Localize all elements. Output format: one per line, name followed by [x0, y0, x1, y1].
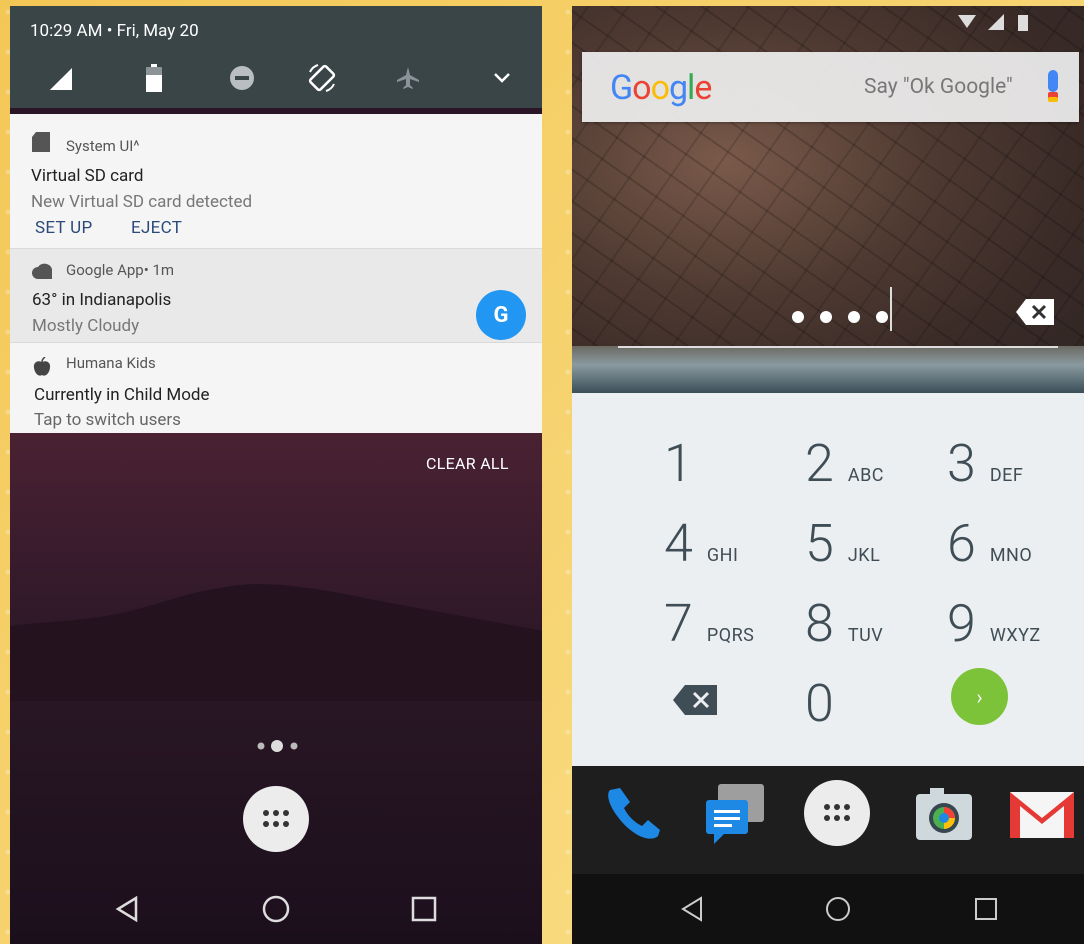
- back-icon: [115, 895, 138, 923]
- eject-button[interactable]: EJECT: [131, 218, 182, 238]
- airplane-mode-icon[interactable]: [390, 60, 426, 96]
- key-letters: TUV: [847, 625, 884, 646]
- key-letters: JKL: [847, 545, 881, 566]
- key-digit: 7: [664, 593, 693, 654]
- key-digit: 8: [805, 593, 834, 654]
- key-6[interactable]: 6 MNO: [947, 518, 1032, 570]
- recents-button[interactable]: [969, 892, 1003, 926]
- wallpaper-coastline: [572, 346, 1084, 393]
- key-letters: PQRS: [706, 625, 755, 646]
- lock-screen-pin: Google Say "Ok Google" 1 2 ABC 3 DEF 4 G…: [572, 6, 1084, 944]
- app-drawer-button[interactable]: [804, 780, 870, 846]
- sd-card-icon: [32, 132, 50, 152]
- mountain-silhouette: [10, 584, 542, 701]
- key-digit: 3: [947, 433, 976, 494]
- key-letters: WXYZ: [989, 625, 1041, 646]
- key-letters: ABC: [847, 465, 885, 486]
- wifi-icon: [958, 15, 976, 28]
- key-2[interactable]: 2 ABC: [805, 438, 884, 490]
- home-button[interactable]: [821, 892, 855, 926]
- home-button[interactable]: [259, 892, 293, 926]
- key-digit: 1: [664, 433, 693, 494]
- key-8[interactable]: 8 TUV: [805, 598, 883, 650]
- pin-cursor: [890, 287, 892, 331]
- back-button[interactable]: [675, 892, 709, 926]
- back-button[interactable]: [110, 892, 144, 926]
- home-icon: [826, 897, 850, 921]
- notification-title: 63° in Indianapolis: [32, 290, 172, 310]
- navigation-bar: [572, 874, 1084, 944]
- quick-settings-icons: [32, 60, 532, 96]
- battery-icon: [1018, 15, 1028, 31]
- recents-icon: [411, 896, 437, 922]
- apps-grid-icon: [263, 810, 289, 827]
- clear-all-button[interactable]: CLEAR ALL: [426, 454, 509, 473]
- backspace-key[interactable]: [673, 685, 717, 715]
- notification-text: New Virtual SD card detected: [31, 192, 253, 212]
- pin-delete-icon[interactable]: [1016, 299, 1054, 325]
- pin-entry-dots: [792, 311, 888, 323]
- notification-app-name: System UI^: [66, 137, 140, 155]
- do-not-disturb-icon[interactable]: [224, 60, 260, 96]
- chevron-down-icon[interactable]: [484, 60, 520, 96]
- key-letters: MNO: [989, 545, 1033, 566]
- app-drawer-button[interactable]: [243, 786, 309, 852]
- auto-rotate-icon[interactable]: [304, 60, 340, 96]
- gmail-app-icon[interactable]: [1008, 780, 1076, 848]
- google-logo: Google: [610, 68, 712, 108]
- messenger-app-icon[interactable]: [700, 780, 768, 848]
- datetime: 10:29 AM • Fri, May 20: [30, 21, 199, 41]
- google-search-bar[interactable]: Google Say "Ok Google": [582, 52, 1079, 122]
- apple-icon: [33, 357, 51, 376]
- page-indicator-dots: [257, 740, 298, 752]
- google-avatar-icon: G: [476, 290, 526, 340]
- key-letters: GHI: [706, 545, 739, 566]
- notification-google-weather[interactable]: Google App• 1m 63° in Indianapolis Mostl…: [10, 248, 542, 343]
- navigation-bar: [10, 874, 542, 944]
- notification-shade-screen: 10:29 AM • Fri, May 20 System UI^ Virtua…: [10, 6, 542, 944]
- notification-text: Tap to switch users: [34, 410, 181, 430]
- key-digit: 4: [664, 513, 693, 574]
- key-1[interactable]: 1: [664, 438, 693, 490]
- notification-app-name: Humana Kids: [66, 354, 156, 372]
- notification-humana-kids[interactable]: Humana Kids Currently in Child Mode Tap …: [10, 342, 542, 434]
- phone-app-icon[interactable]: [600, 780, 668, 848]
- enter-button[interactable]: ›: [951, 668, 1008, 725]
- key-4[interactable]: 4 GHI: [664, 518, 738, 570]
- key-9[interactable]: 9 WXYZ: [947, 598, 1041, 650]
- battery-icon[interactable]: [136, 60, 172, 96]
- key-5[interactable]: 5 JKL: [805, 518, 880, 570]
- recents-button[interactable]: [407, 892, 441, 926]
- back-icon: [681, 896, 702, 922]
- mic-icon[interactable]: [1044, 70, 1062, 102]
- pin-underline: [618, 346, 1058, 348]
- notification-title: Currently in Child Mode: [34, 385, 210, 405]
- app-dock: [572, 766, 1084, 874]
- notification-app-name: Google App• 1m: [66, 261, 175, 279]
- apps-grid-icon: [824, 804, 850, 821]
- quick-settings-bar: 10:29 AM • Fri, May 20: [10, 6, 542, 108]
- recents-icon: [975, 898, 997, 920]
- key-7[interactable]: 7 PQRS: [664, 598, 754, 650]
- home-icon: [262, 895, 290, 923]
- setup-button[interactable]: SET UP: [35, 218, 93, 238]
- key-digit: 9: [947, 593, 976, 654]
- status-bar: [572, 6, 1084, 36]
- signal-icon: [988, 14, 1004, 30]
- camera-app-icon[interactable]: [910, 780, 978, 848]
- key-digit: 5: [805, 513, 834, 574]
- cloud-icon: [32, 263, 52, 279]
- signal-icon[interactable]: [40, 60, 76, 96]
- notification-title: Virtual SD card: [31, 166, 144, 186]
- key-3[interactable]: 3 DEF: [947, 438, 1023, 490]
- notification-virtual-sd[interactable]: System UI^ Virtual SD card New Virtual S…: [10, 114, 542, 248]
- key-0[interactable]: 0: [805, 678, 834, 730]
- key-digit: 2: [805, 433, 834, 494]
- key-digit: 0: [805, 673, 834, 734]
- key-letters: DEF: [989, 465, 1024, 486]
- key-digit: 6: [947, 513, 976, 574]
- notification-text: Mostly Cloudy: [32, 316, 140, 336]
- voice-search-hint: Say "Ok Google": [864, 75, 1013, 99]
